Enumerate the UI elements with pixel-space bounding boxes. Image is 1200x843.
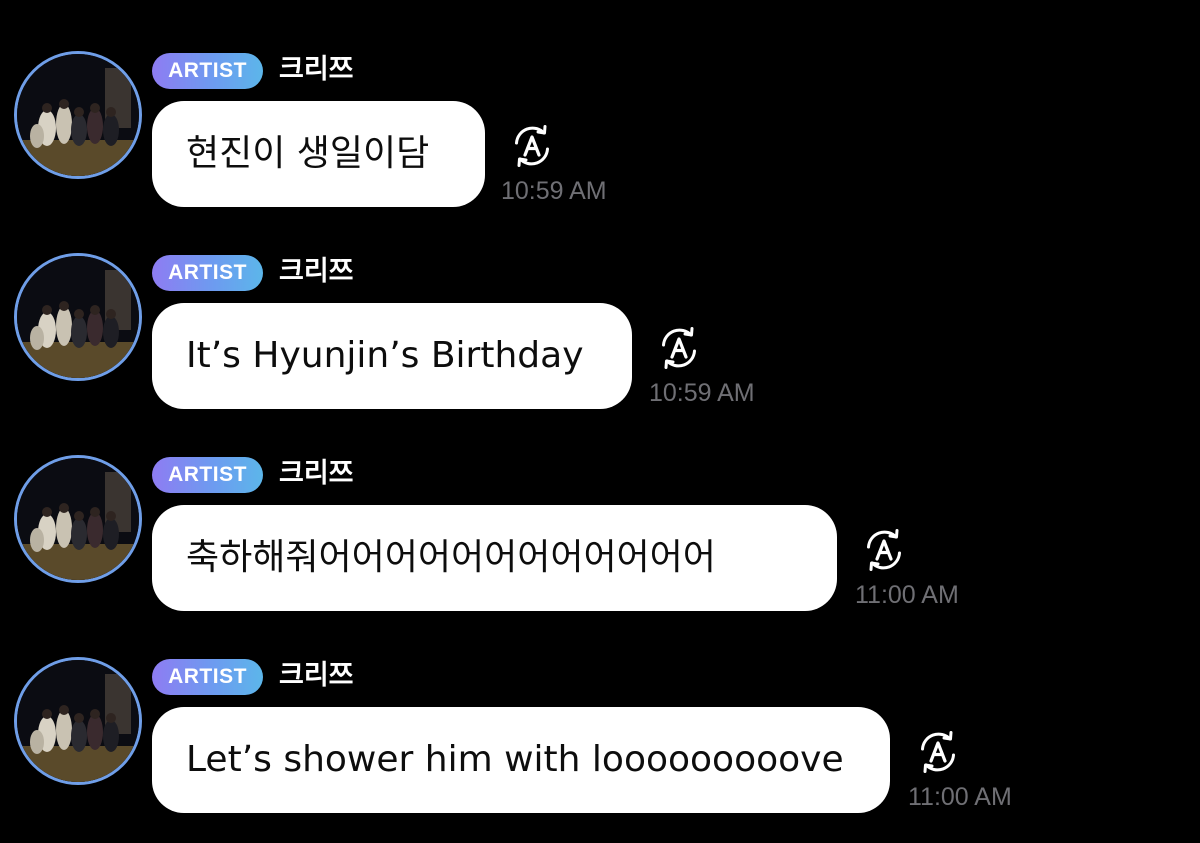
artist-badge: ARTIST [152,659,263,695]
sender-name: 크리쯔 [279,660,354,691]
avatar-group-photo [17,660,139,782]
message-timestamp: 11:00 AM [908,783,1012,811]
auto-translate-icon[interactable] [914,728,962,776]
artist-badge: ARTIST [152,457,263,493]
chat-thread: ARTIST 크리쯔 현진이 생일이담 10:59 AM ARTIST 크리쯔 … [0,0,1200,843]
chat-message: ARTIST 크리쯔 It’s Hyunjin’s Birthday 10:59… [0,202,1200,409]
message-bubble: 축하해줘어어어어어어어어어어어어 [152,505,837,611]
sender-name: 크리쯔 [279,458,354,489]
auto-translate-icon[interactable] [508,122,556,170]
sender-name: 크리쯔 [279,54,354,85]
sender-name: 크리쯔 [279,256,354,287]
avatar-group-photo [17,256,139,378]
avatar[interactable] [14,253,142,381]
artist-badge: ARTIST [152,255,263,291]
avatar-group-photo [17,458,139,580]
chat-message: ARTIST 크리쯔 Let’s shower him with loooooo… [0,606,1200,813]
avatar[interactable] [14,455,142,583]
chat-message: ARTIST 크리쯔 축하해줘어어어어어어어어어어어어 11:00 AM [0,404,1200,611]
message-bubble: Let’s shower him with looooooooove [152,707,890,813]
auto-translate-icon[interactable] [655,324,703,372]
message-bubble: It’s Hyunjin’s Birthday [152,303,632,409]
auto-translate-icon[interactable] [860,526,908,574]
chat-message: ARTIST 크리쯔 현진이 생일이담 10:59 AM [0,0,1200,207]
avatar-group-photo [17,54,139,176]
avatar[interactable] [14,51,142,179]
artist-badge: ARTIST [152,53,263,89]
message-bubble: 현진이 생일이담 [152,101,485,207]
avatar[interactable] [14,657,142,785]
